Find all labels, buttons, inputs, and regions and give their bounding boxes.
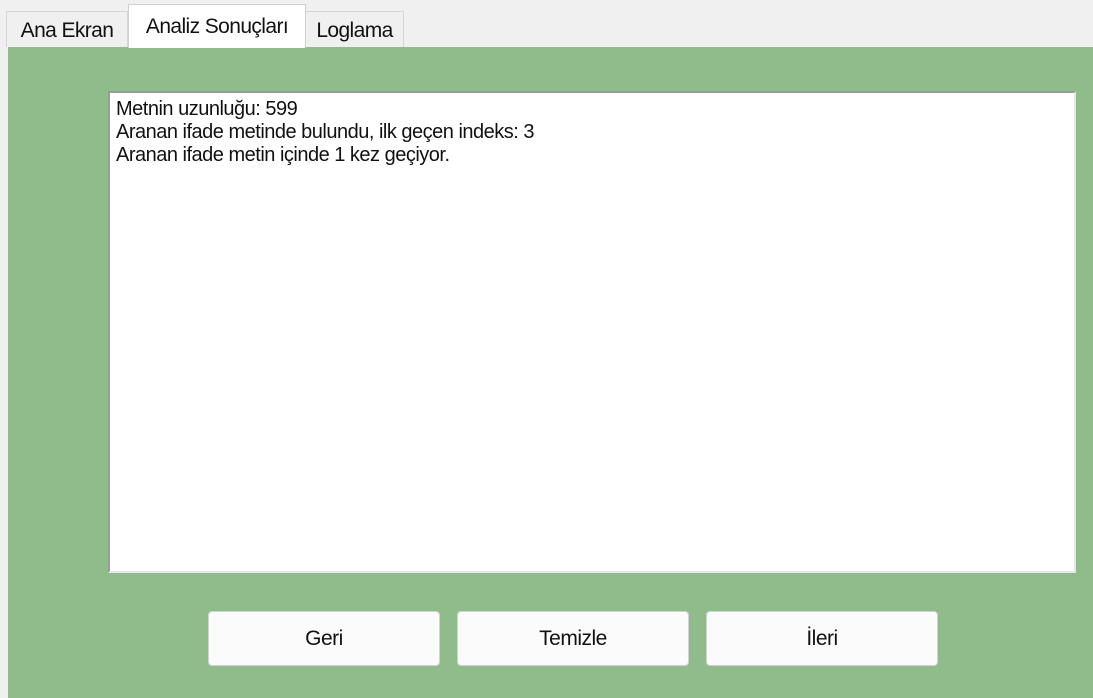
result-line-length: Metnin uzunluğu: 599	[116, 98, 298, 120]
tab-analiz-sonuclari[interactable]: Analiz Sonuçları	[128, 4, 306, 48]
tab-loglama[interactable]: Loglama	[306, 11, 404, 47]
tab-ana-ekran[interactable]: Ana Ekran	[6, 11, 128, 47]
result-line-first-index: Aranan ifade metinde bulundu, ilk geçen …	[116, 121, 535, 143]
result-line-occurrence-count: Aranan ifade metin içinde 1 kez geçiyor.	[116, 144, 450, 166]
clear-button[interactable]: Temizle	[457, 611, 689, 666]
results-textarea[interactable]: Metnin uzunluğu: 599 Aranan ifade metind…	[108, 91, 1076, 573]
app-window: Ana Ekran Analiz Sonuçları Loglama Metni…	[0, 0, 1093, 698]
tab-strip: Ana Ekran Analiz Sonuçları Loglama	[0, 0, 1093, 48]
back-button[interactable]: Geri	[208, 611, 440, 666]
next-button[interactable]: İleri	[706, 611, 938, 666]
analysis-results-panel: Metnin uzunluğu: 599 Aranan ifade metind…	[8, 47, 1093, 698]
